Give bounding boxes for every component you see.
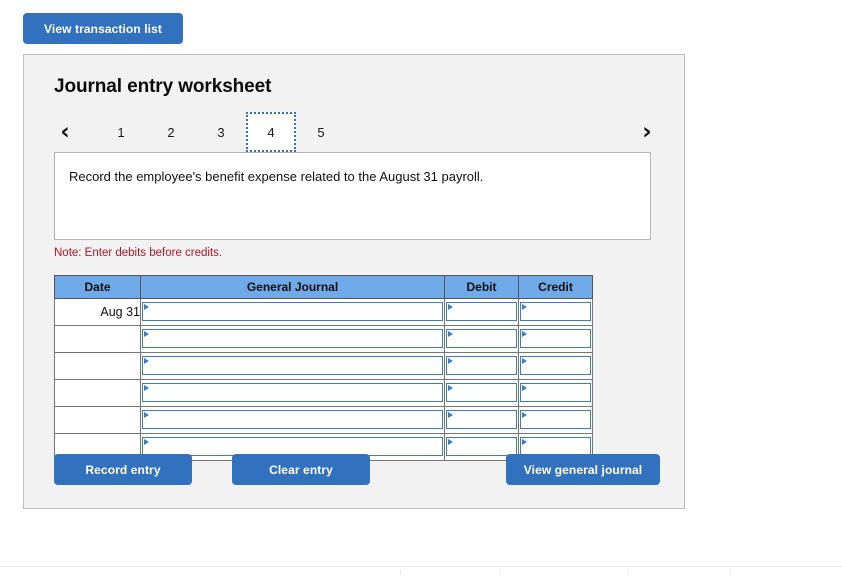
debits-before-credits-note: Note: Enter debits before credits.	[54, 247, 223, 259]
pager-page-4[interactable]: 4	[246, 112, 296, 152]
view-general-journal-button[interactable]: View general journal	[506, 454, 660, 485]
view-transaction-list-button[interactable]: View transaction list	[23, 13, 183, 44]
debit-input[interactable]	[446, 329, 517, 348]
pager-page-1[interactable]: 1	[96, 112, 146, 152]
credit-input[interactable]	[520, 383, 591, 402]
credit-cell[interactable]	[518, 406, 593, 434]
general-journal-table: Date General Journal Debit Credit Aug 31	[54, 275, 593, 461]
footer-tick	[500, 570, 501, 576]
debit-cell[interactable]	[444, 406, 519, 434]
footer-divider	[0, 566, 842, 567]
credit-cell[interactable]	[518, 325, 593, 353]
general-journal-input[interactable]	[142, 302, 443, 321]
date-cell[interactable]	[54, 352, 141, 380]
general-journal-cell[interactable]	[140, 325, 445, 353]
general-journal-input[interactable]	[142, 356, 443, 375]
column-header-date: Date	[54, 275, 141, 299]
credit-input[interactable]	[520, 329, 591, 348]
chevron-right-icon[interactable]: ›	[634, 112, 660, 152]
pager-page-5[interactable]: 5	[296, 112, 346, 152]
debit-input[interactable]	[446, 437, 517, 456]
general-journal-input[interactable]	[142, 410, 443, 429]
table-header-row: Date General Journal Debit Credit	[54, 275, 593, 299]
general-journal-cell[interactable]	[140, 298, 445, 326]
date-cell[interactable]	[54, 379, 141, 407]
pager-page-2[interactable]: 2	[146, 112, 196, 152]
footer-tick	[400, 570, 401, 576]
pager-page-list: 1 2 3 4 5	[96, 112, 346, 152]
instruction-text: Record the employee's benefit expense re…	[69, 169, 484, 184]
debit-cell[interactable]	[444, 325, 519, 353]
debit-cell[interactable]	[444, 298, 519, 326]
column-header-debit: Debit	[444, 275, 519, 299]
table-row	[54, 325, 593, 353]
column-header-credit: Credit	[518, 275, 593, 299]
date-cell[interactable]	[54, 325, 141, 353]
debit-input[interactable]	[446, 383, 517, 402]
credit-input[interactable]	[520, 302, 591, 321]
debit-input[interactable]	[446, 356, 517, 375]
record-entry-button[interactable]: Record entry	[54, 454, 192, 485]
table-row	[54, 352, 593, 380]
general-journal-cell[interactable]	[140, 406, 445, 434]
pager-page-3[interactable]: 3	[196, 112, 246, 152]
general-journal-input[interactable]	[142, 329, 443, 348]
column-header-general-journal: General Journal	[140, 275, 445, 299]
chevron-left-icon[interactable]: ‹	[52, 112, 78, 152]
credit-cell[interactable]	[518, 298, 593, 326]
credit-cell[interactable]	[518, 352, 593, 380]
instruction-box: Record the employee's benefit expense re…	[54, 152, 651, 240]
credit-input[interactable]	[520, 356, 591, 375]
general-journal-cell[interactable]	[140, 379, 445, 407]
journal-entry-worksheet-panel: Journal entry worksheet ‹ 1 2 3 4 5 › Re…	[23, 54, 685, 509]
credit-input[interactable]	[520, 410, 591, 429]
page-title: Journal entry worksheet	[54, 76, 272, 97]
table-row: Aug 31	[54, 298, 593, 326]
general-journal-cell[interactable]	[140, 352, 445, 380]
footer-tick	[730, 570, 731, 576]
debit-input[interactable]	[446, 302, 517, 321]
date-cell[interactable]	[54, 406, 141, 434]
date-cell[interactable]: Aug 31	[54, 298, 141, 326]
general-journal-input[interactable]	[142, 383, 443, 402]
worksheet-pager: ‹ 1 2 3 4 5 ›	[52, 112, 660, 152]
table-row	[54, 379, 593, 407]
debit-input[interactable]	[446, 410, 517, 429]
table-row	[54, 406, 593, 434]
footer-tick	[628, 570, 629, 576]
clear-entry-button[interactable]: Clear entry	[232, 454, 370, 485]
credit-cell[interactable]	[518, 379, 593, 407]
debit-cell[interactable]	[444, 352, 519, 380]
debit-cell[interactable]	[444, 379, 519, 407]
